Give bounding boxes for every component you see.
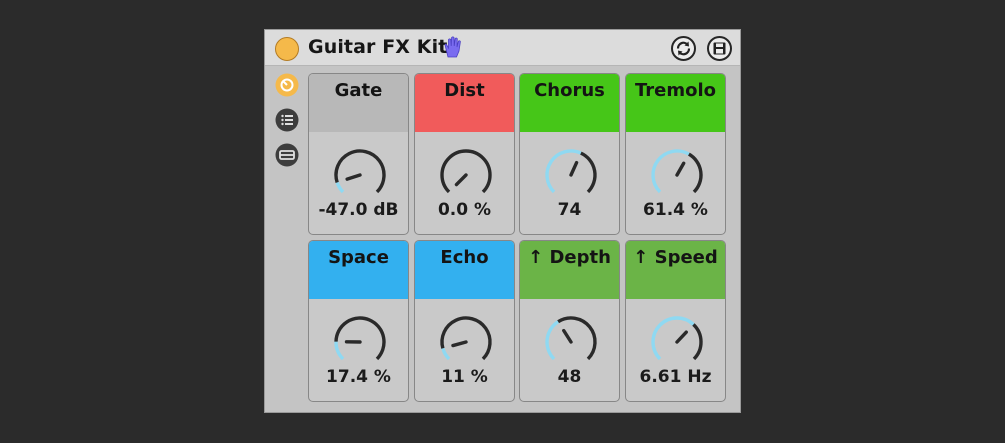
macro-value: 11 % <box>441 367 488 387</box>
knob-track-arc <box>440 149 492 194</box>
knob-value-arc <box>545 149 582 194</box>
knob-track-arc <box>692 323 703 361</box>
knob-track-arc <box>687 152 703 194</box>
macro-value: 6.61 Hz <box>639 367 712 387</box>
macro-value: 0.0 % <box>437 200 492 220</box>
knob-pointer <box>454 173 468 187</box>
hand-icon <box>444 36 461 58</box>
macro-knob[interactable] <box>437 146 495 204</box>
macro-variations-icon <box>676 41 691 56</box>
macro-panel[interactable]: Gate -47.0 dB <box>308 73 409 235</box>
device-panel: Guitar FX Kit Gate -47.0 dB Dist 0.0 % C… <box>264 29 741 413</box>
macro-panel[interactable]: ↑ Depth 48 <box>519 240 620 402</box>
knob-value-arc <box>545 320 560 361</box>
macro-knob[interactable] <box>542 146 600 204</box>
collapse-button[interactable] <box>274 142 300 168</box>
macro-knob[interactable] <box>648 146 706 204</box>
macro-value: 17.4 % <box>326 367 391 387</box>
macro-knob[interactable] <box>542 313 600 371</box>
knob-pointer <box>675 161 686 177</box>
macro-panel[interactable]: ↑ Speed 6.61 Hz <box>625 240 726 402</box>
knob-pointer <box>345 173 362 181</box>
knob-value-arc <box>335 181 345 194</box>
macro-panel[interactable]: Tremolo 61.4 % <box>625 73 726 235</box>
macro-label: Echo <box>415 241 514 299</box>
macro-knob[interactable] <box>331 313 389 371</box>
macro-knob[interactable] <box>648 313 706 371</box>
device-title-bar[interactable]: Guitar FX Kit <box>265 30 740 66</box>
knob-track-arc <box>334 316 386 361</box>
knob-pointer <box>451 340 468 348</box>
macro-label: ↑ Speed <box>626 241 725 299</box>
save-preset-icon <box>713 42 726 55</box>
knob-track-arc <box>334 149 386 194</box>
macro-value: -47.0 dB <box>318 200 399 220</box>
knob-track-arc <box>440 316 492 361</box>
macro-value: 61.4 % <box>643 200 708 220</box>
macro-panel[interactable]: Chorus 74 <box>519 73 620 235</box>
knob-value-arc <box>441 347 451 361</box>
device-title: Guitar FX Kit <box>308 36 448 58</box>
macro-panel[interactable]: Echo 11 % <box>414 240 515 402</box>
macro-controls-button[interactable] <box>274 72 300 98</box>
knob-pointer <box>569 160 579 177</box>
macro-label: Dist <box>415 74 514 132</box>
knob-value-arc <box>651 149 690 194</box>
knob-pointer <box>675 330 688 344</box>
knob-track-arc <box>580 151 597 194</box>
macro-panel[interactable]: Dist 0.0 % <box>414 73 515 235</box>
list-button[interactable] <box>274 107 300 133</box>
save-preset-button[interactable] <box>707 36 732 61</box>
macro-value: 48 <box>557 367 582 387</box>
knob-value-arc <box>334 341 345 361</box>
macro-knob[interactable] <box>331 146 389 204</box>
macro-variations-button[interactable] <box>671 36 696 61</box>
macro-panel[interactable]: Space 17.4 % <box>308 240 409 402</box>
knob-value-arc <box>651 316 695 361</box>
macro-label: Space <box>309 241 408 299</box>
macro-label: Chorus <box>520 74 619 132</box>
macro-value: 74 <box>557 200 582 220</box>
macro-label: ↑ Depth <box>520 241 619 299</box>
knob-pointer <box>562 328 573 344</box>
macro-label: Gate <box>309 74 408 132</box>
macro-label: Tremolo <box>626 74 725 132</box>
macro-knob[interactable] <box>437 313 495 371</box>
device-power-button[interactable] <box>275 37 299 61</box>
knob-track-arc <box>557 316 597 361</box>
